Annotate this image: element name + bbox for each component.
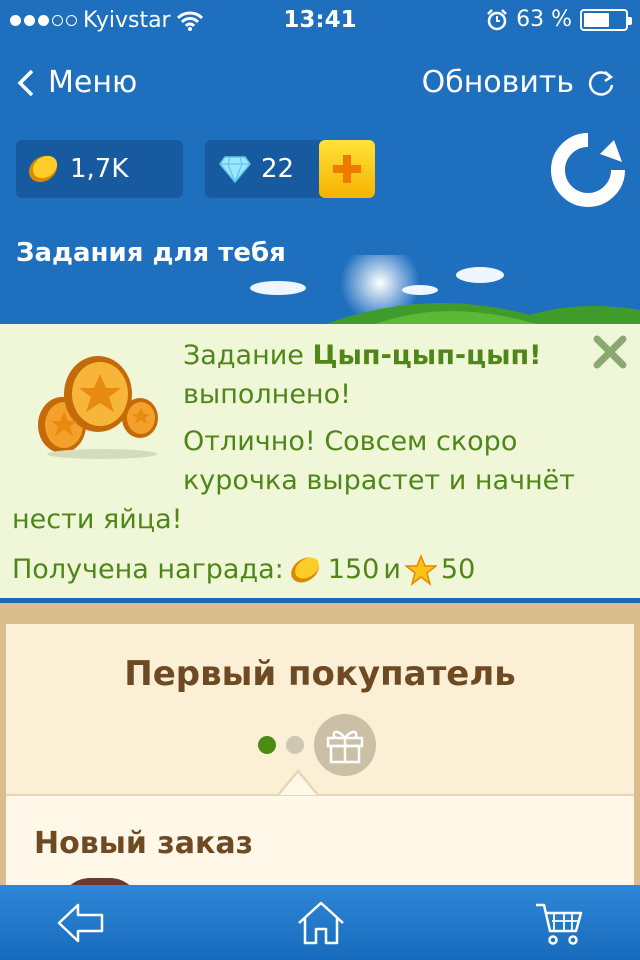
gems-value: 22 — [261, 154, 295, 184]
landscape-illustration — [250, 255, 640, 325]
gift-button[interactable] — [314, 714, 376, 776]
status-bar: Kyivstar 13:41 63 % — [0, 0, 640, 40]
coins-balance: 1,7K — [16, 140, 183, 198]
coin-icon — [290, 557, 319, 582]
nav-bar: Меню Обновить — [0, 55, 640, 115]
reward-and: и — [383, 554, 401, 585]
quest-title: Первый покупатель — [124, 654, 516, 694]
refresh-tasks-icon[interactable] — [550, 132, 626, 208]
diamond-icon — [219, 156, 251, 183]
status-right: 63 % — [486, 7, 632, 32]
reward-coins: 150 — [327, 554, 380, 585]
back-arrow-icon[interactable] — [56, 899, 106, 947]
gift-icon — [326, 730, 364, 764]
task-title-suffix: выполнено! — [183, 379, 351, 410]
plus-icon — [333, 155, 361, 183]
coin-icon — [28, 155, 58, 183]
menu-back-label: Меню — [48, 65, 138, 100]
reward-stars: 50 — [440, 554, 476, 585]
pager-dot-1[interactable] — [258, 736, 276, 754]
coins-value: 1,7K — [70, 154, 129, 184]
refresh-label: Обновить — [421, 65, 574, 100]
task-message-end: нести яйца! — [12, 504, 183, 535]
pager-dot-2[interactable] — [286, 736, 304, 754]
chevron-left-icon — [17, 69, 34, 96]
coins-reward-icon — [38, 356, 158, 459]
order-title: Новый заказ — [34, 826, 254, 861]
battery-fill — [584, 12, 609, 27]
card-pointer — [278, 769, 318, 796]
gems-balance: 22 — [205, 140, 375, 198]
close-icon[interactable] — [592, 334, 628, 370]
task-completed-title: Задание Цып-цып-цып! выполнено! — [183, 336, 583, 414]
battery-percent: 63 % — [516, 7, 572, 32]
battery-icon — [580, 8, 632, 31]
star-icon — [404, 553, 437, 586]
quest-pager — [258, 714, 376, 776]
refresh-icon — [588, 70, 614, 96]
menu-back-button[interactable]: Меню — [16, 65, 137, 100]
reward-line: Получена награда: 150 и 50 — [12, 550, 475, 589]
task-name: Цып-цып-цып! — [312, 340, 542, 371]
alarm-icon — [487, 8, 507, 30]
task-message: Отлично! Совсем скоро курочка вырастет и… — [183, 426, 576, 496]
add-gems-button[interactable] — [319, 140, 375, 198]
bottom-tab-bar — [0, 885, 640, 960]
home-icon[interactable] — [296, 899, 346, 947]
refresh-button[interactable]: Обновить — [422, 65, 616, 100]
cart-icon[interactable] — [534, 899, 584, 947]
reward-label: Получена награда: — [12, 554, 284, 585]
task-title-prefix: Задание — [183, 340, 313, 371]
